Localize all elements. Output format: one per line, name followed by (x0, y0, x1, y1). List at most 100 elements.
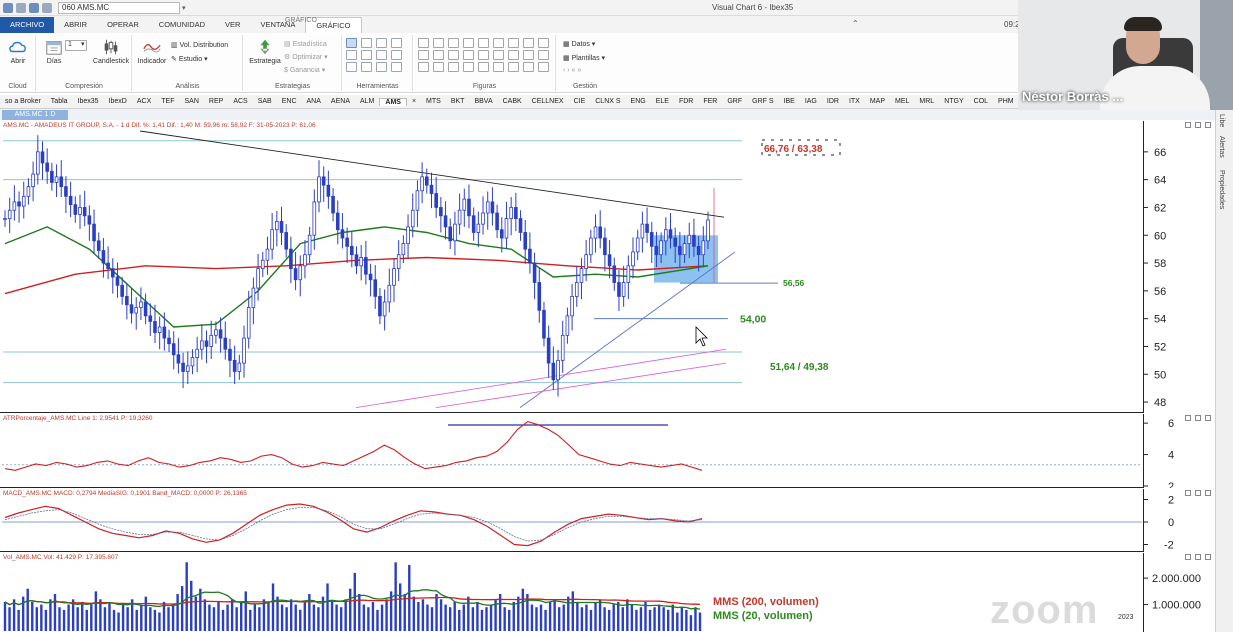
zoom-tool[interactable] (391, 38, 402, 48)
statistics-button[interactable]: ▤ Estadística (284, 40, 327, 48)
vol-distribution-button[interactable]: ▥ Vol. Distribution (171, 41, 228, 49)
tab-abrir[interactable]: ABRIR (54, 17, 97, 33)
ticker-ana[interactable]: ANA (302, 98, 326, 105)
trendline-figure[interactable] (418, 38, 429, 48)
ticker-ibexd[interactable]: IbexD (104, 98, 132, 105)
price-panel[interactable]: 66,76 / 63,38 56,56 54,00 51,64 / 49,38 48 5… (0, 121, 1215, 413)
strategy-button[interactable]: Estrategia (246, 38, 284, 65)
close-panel-icon[interactable] (1205, 415, 1211, 421)
tab-operar[interactable]: OPERAR (97, 17, 149, 33)
templates-button[interactable]: ▦ Plantillas ▾ (563, 54, 605, 62)
atr-panel[interactable]: 2 4 6 ATRPorcentaje_AMS.MC Line 1: 2,9541 … (0, 414, 1215, 493)
dock-item-alertas[interactable]: Alertas (1218, 136, 1225, 158)
marker-figure[interactable] (538, 38, 549, 48)
symbol-input[interactable]: 060 AMS.MC (58, 1, 180, 14)
price-chart[interactable]: 66,76 / 63,38 56,56 54,00 51,64 / 49,38 (0, 121, 1143, 413)
fill-tool[interactable] (376, 62, 387, 72)
atr-axis[interactable]: 2 4 6 (1143, 414, 1215, 493)
window-tool[interactable] (361, 50, 372, 60)
minimize-panel-icon[interactable] (1185, 554, 1191, 560)
ticker-ibe[interactable]: IBE (779, 98, 800, 105)
brush-tool[interactable] (391, 62, 402, 72)
ellipse-figure[interactable] (478, 38, 489, 48)
ticker-rep[interactable]: REP (204, 98, 228, 105)
arrow-figure[interactable] (523, 38, 534, 48)
spiral-figure[interactable] (478, 62, 489, 72)
ticker-itx[interactable]: ITX (844, 98, 865, 105)
ticker-cie[interactable]: CIE (569, 98, 591, 105)
ticker-aena[interactable]: AENA (326, 98, 355, 105)
volume-axis[interactable]: 1.000.000 2.000.000 (1143, 553, 1215, 632)
ticker-clnx-s[interactable]: CLNX S (590, 98, 625, 105)
wave-figure[interactable] (523, 50, 534, 60)
ticker-ntgy[interactable]: NTGY (939, 98, 968, 105)
table-tool[interactable] (346, 62, 357, 72)
ticker-grf-s[interactable]: GRF S (747, 98, 778, 105)
price-figure[interactable] (523, 62, 534, 72)
indicator-button[interactable]: Indicador (133, 38, 171, 65)
label-figure[interactable] (418, 62, 429, 72)
ticker-col[interactable]: COL (969, 98, 993, 105)
nav-arrows-icon[interactable]: ‹ › « » (563, 67, 581, 74)
maximize-panel-icon[interactable] (1195, 122, 1201, 128)
zoom-out-tool[interactable] (391, 50, 402, 60)
close-panel-icon[interactable] (1205, 490, 1211, 496)
grid-icon[interactable] (42, 2, 52, 13)
maximize-panel-icon[interactable] (1195, 415, 1201, 421)
minimize-panel-icon[interactable] (1185, 490, 1191, 496)
maximize-panel-icon[interactable] (1195, 490, 1201, 496)
channel-figure[interactable] (448, 38, 459, 48)
symbol-dropdown-icon[interactable]: ▾ (182, 4, 186, 12)
period-spin-icon[interactable]: ▾ (81, 40, 85, 48)
misc-figure[interactable] (538, 62, 549, 72)
ticker-bkt[interactable]: BKT (446, 98, 470, 105)
ticker-acs[interactable]: ACS (228, 98, 252, 105)
rectangle-figure[interactable] (463, 38, 474, 48)
optimize-button[interactable]: ⚙ Optimizar ▾ (284, 53, 328, 61)
cycle-figure[interactable] (508, 50, 519, 60)
ticker-ams[interactable]: AMS (379, 97, 407, 106)
fibonacci-figure[interactable] (508, 38, 519, 48)
ticker-idr[interactable]: IDR (822, 98, 844, 105)
grid-tool[interactable] (376, 38, 387, 48)
ticker-cellnex[interactable]: CELLNEX (527, 98, 569, 105)
volume-chart[interactable]: MMS (200, volumen) MMS (20, volumen) (0, 553, 1143, 632)
circle-figure[interactable] (433, 62, 444, 72)
ticker-sab[interactable]: SAB (253, 98, 277, 105)
candlestick-button[interactable]: Candlestick (91, 38, 131, 65)
close-panel-icon[interactable] (1205, 554, 1211, 560)
cross-figure[interactable] (448, 50, 459, 60)
ticker-phm[interactable]: PHM (993, 98, 1019, 105)
macd-chart[interactable] (0, 489, 1143, 552)
ticker-mel[interactable]: MEL (890, 98, 914, 105)
tab-ver[interactable]: VER (215, 17, 250, 33)
ticker-fdr[interactable]: FDR (674, 98, 698, 105)
pointer-tool[interactable] (346, 38, 357, 48)
ticker-bbva[interactable]: BBVA (469, 98, 497, 105)
close-panel-icon[interactable] (1205, 122, 1211, 128)
ticker-eng[interactable]: ENG (626, 98, 651, 105)
hand-tool[interactable] (346, 50, 357, 60)
polyline-figure[interactable] (538, 50, 549, 60)
maximize-panel-icon[interactable] (1195, 554, 1201, 560)
ticker-enc[interactable]: ENC (277, 98, 302, 105)
minimize-panel-icon[interactable] (1185, 415, 1191, 421)
macd-panel[interactable]: -2 0 2 MACD_AMS.MC MACD: 0,2794 MediaSIG: … (0, 489, 1215, 552)
ticker-so-a-broker[interactable]: so a Broker (0, 98, 46, 105)
tab-archivo[interactable]: ARCHIVO (0, 17, 55, 33)
ribbon-collapse-icon[interactable]: ⌃ (852, 19, 859, 28)
chart-tab-ams[interactable]: AMS.MC 1 D (2, 110, 68, 120)
tab-comunidad[interactable]: COMUNIDAD (149, 17, 215, 33)
ticker-tabla[interactable]: Tabla (46, 98, 73, 105)
ticker-mrl[interactable]: MRL (914, 98, 939, 105)
ticker-map[interactable]: MAP (865, 98, 890, 105)
gann-figure[interactable] (478, 50, 489, 60)
ticker-acx[interactable]: ACX (132, 98, 156, 105)
regression-figure[interactable] (463, 62, 474, 72)
ticker-close[interactable]: × (407, 98, 421, 105)
crosshair-tool[interactable] (361, 38, 372, 48)
dock-item-propiedades[interactable]: Propiedades (1218, 170, 1225, 209)
arc-figure[interactable] (463, 50, 474, 60)
macd-axis[interactable]: -2 0 2 (1143, 489, 1215, 552)
chart-icon[interactable] (29, 2, 39, 13)
